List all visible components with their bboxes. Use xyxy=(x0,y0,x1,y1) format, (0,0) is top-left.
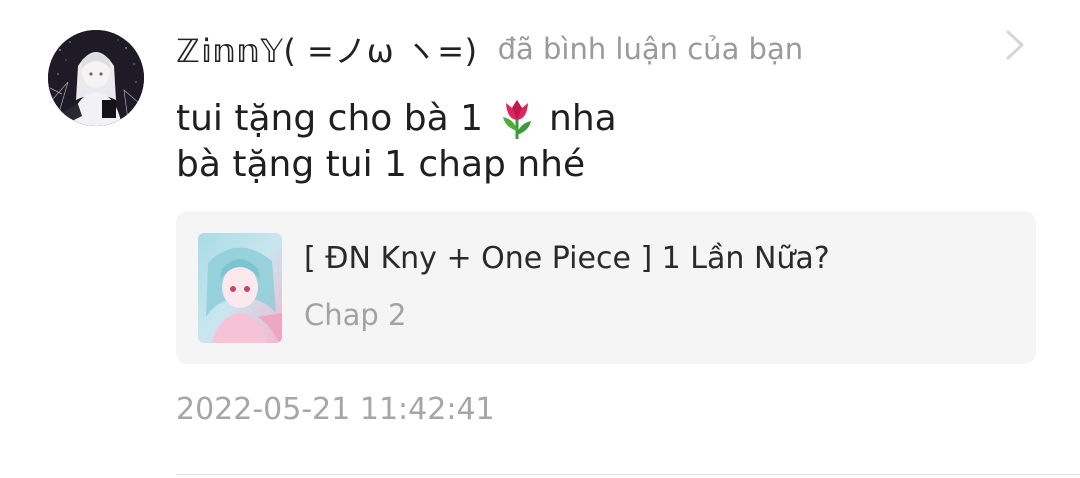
comment-line-1-start: tui tặng cho bà 1 xyxy=(176,98,484,139)
username[interactable]: ℤ𝕚𝕟𝕟𝕐( =ノω ヽ=) xyxy=(176,26,478,72)
notification-header: ℤ𝕚𝕟𝕟𝕐( =ノω ヽ=) đã bình luận của bạn xyxy=(176,27,803,71)
story-cover[interactable] xyxy=(198,233,282,343)
story-title[interactable]: [ ĐN Kny + One Piece ] 1 Lần Nữa? xyxy=(304,241,830,276)
comment-text: tui tặng cho bà 1 nha bà tặng tui 1 chap… xyxy=(176,96,617,188)
action-text: đã bình luận của bạn xyxy=(497,32,804,66)
chevron-right-icon[interactable] xyxy=(1000,28,1030,62)
comment-line-1: tui tặng cho bà 1 nha xyxy=(176,96,617,142)
comment-line-2: bà tặng tui 1 chap nhé xyxy=(176,144,586,185)
timestamp: 2022-05-21 11:42:41 xyxy=(176,392,495,427)
divider xyxy=(176,474,1080,475)
comment-line-1-end: nha xyxy=(549,98,617,139)
story-card[interactable]: [ ĐN Kny + One Piece ] 1 Lần Nữa? Chap 2 xyxy=(176,211,1036,364)
tulip-icon xyxy=(499,97,535,141)
user-avatar[interactable] xyxy=(48,30,144,126)
chapter-label: Chap 2 xyxy=(304,298,407,332)
notification-item[interactable]: ℤ𝕚𝕟𝕟𝕐( =ノω ヽ=) đã bình luận của bạn tui … xyxy=(0,0,1080,478)
